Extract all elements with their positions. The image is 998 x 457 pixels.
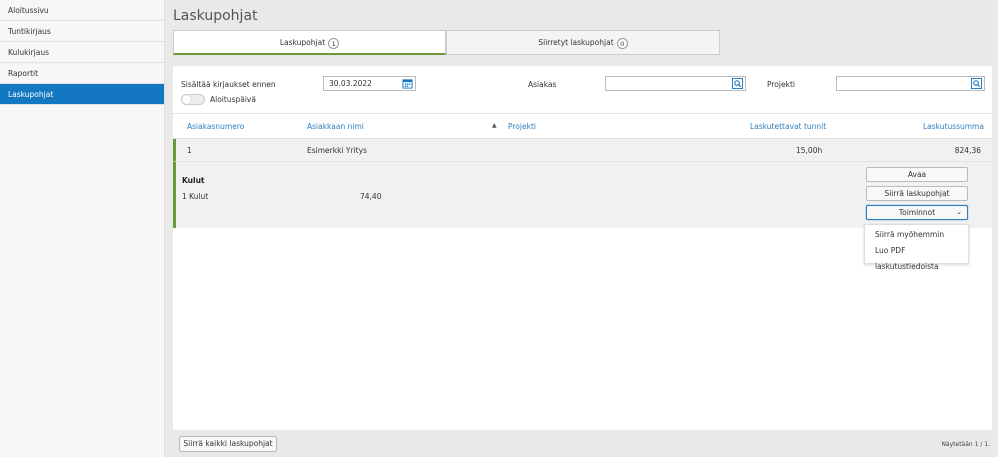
sidebar: Aloitussivu Tuntikirjaus Kulukirjaus Rap… [0,0,165,457]
count-badge: 0 [616,37,628,49]
sidebar-item-aloitussivu[interactable]: Aloitussivu [0,0,164,21]
tab-label: Siirretyt laskupohjat [538,38,614,47]
count-badge: 1 [328,37,340,49]
expense-value: 74,40 [360,192,382,201]
toggle-knob [182,95,191,104]
start-date-label: Aloituspäivä [210,95,256,104]
cell-customer-name: Esimerkki Yritys [307,146,367,155]
sort-up-icon[interactable]: ▲ [492,122,497,129]
sidebar-item-tuntikirjaus[interactable]: Tuntikirjaus [0,21,164,42]
transfer-button[interactable]: Siirrä laskupohjat [866,186,968,201]
actions-dropdown-label: Toiminnot [898,208,936,217]
start-date-toggle[interactable] [181,94,205,105]
actions-dropdown[interactable]: Toiminnot ⌄ [866,205,968,220]
tab-laskupohjat[interactable]: Laskupohjat 1 [173,30,446,55]
tab-siirretyt-laskupohjat[interactable]: Siirretyt laskupohjat 0 [446,30,720,55]
customer-filter-label: Asiakas [528,80,557,89]
column-header-billable-hours[interactable]: Laskutettavat tunnit [750,122,826,131]
chevron-down-icon: ⌄ [956,208,962,216]
sidebar-item-raportit[interactable]: Raportit [0,63,164,84]
expenses-title: Kulut [182,176,205,185]
sidebar-item-kulukirjaus[interactable]: Kulukirjaus [0,42,164,63]
date-value: 30.03.2022 [329,79,372,88]
sidebar-item-laskupohjat[interactable]: Laskupohjat [0,84,164,105]
project-filter-label: Projekti [767,80,795,89]
customer-input[interactable] [605,76,746,91]
search-icon[interactable] [971,78,982,89]
main-content: Laskupohjat Laskupohjat 1 Siirretyt lasku… [166,0,998,457]
transfer-all-button[interactable]: Siirrä kaikki laskupohjat [179,436,277,452]
column-header-billing-sum[interactable]: Laskutussumma [923,122,984,131]
column-header-customer-name[interactable]: Asiakkaan nimi [307,122,364,131]
actions-menu: Siirrä myöhemmin Luo PDF laskutustiedois… [864,224,969,271]
paging-info: Näytetään 1 / 1. [941,441,990,448]
search-icon[interactable] [732,78,743,89]
tab-label: Laskupohjat [279,38,326,47]
column-header-customer-number[interactable]: Asiakasnumero [187,122,244,131]
cell-billable-hours: 15,00h [796,146,823,155]
date-filter-label: Sisältää kirjaukset ennen [181,80,276,89]
table-row[interactable]: 1 Esimerkki Yritys 15,00h 824,36 [173,139,992,161]
project-input[interactable] [836,76,985,91]
open-button[interactable]: Avaa [866,167,968,182]
menu-item-create-pdf[interactable]: Luo PDF laskutustiedoista [865,243,968,271]
calendar-icon[interactable] [402,78,413,89]
content-panel: Sisältää kirjaukset ennen 30.03.2022 Alo… [173,66,992,430]
cell-customer-number: 1 [187,146,192,155]
menu-item-transfer-later[interactable]: Siirrä myöhemmin [865,227,968,243]
date-input[interactable]: 30.03.2022 [323,76,416,91]
page-title: Laskupohjat [173,8,258,24]
divider [173,113,992,114]
expense-label: 1 Kulut [182,192,209,201]
cell-billing-sum: 824,36 [954,146,981,155]
column-header-project[interactable]: Projekti [508,122,536,131]
